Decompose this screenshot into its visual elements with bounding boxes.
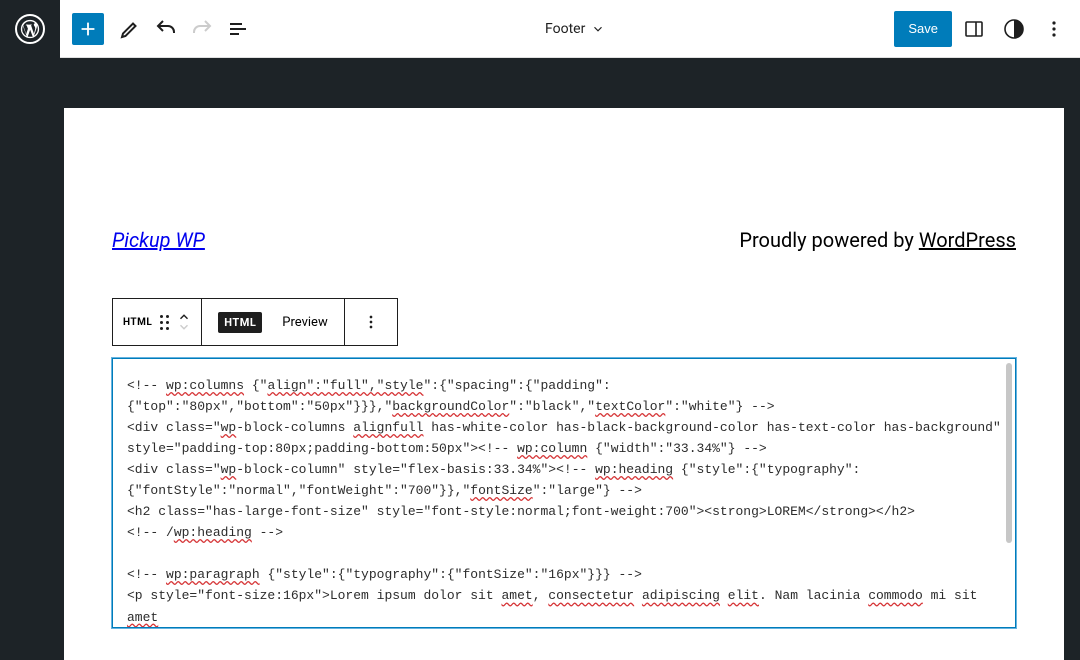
drag-handle-icon[interactable] [160, 315, 169, 330]
code-line: <h2 class="has-large-font-size" style="f… [127, 501, 1001, 522]
template-selector[interactable]: Footer [256, 21, 894, 37]
styles-button[interactable] [996, 11, 1032, 47]
page-content: Pickup WP Proudly powered by WordPress H… [64, 108, 1064, 660]
block-type-label: HTML [123, 317, 152, 328]
toolbar-left-group [68, 11, 256, 47]
save-button[interactable]: Save [894, 11, 952, 47]
editor-top-toolbar: Footer Save [60, 0, 1080, 58]
move-down-icon[interactable] [177, 322, 191, 332]
block-inserter-button[interactable] [72, 13, 104, 45]
html-preview-tabs: HTML Preview [202, 299, 344, 345]
code-line: {"top":"80px","bottom":"50px"}}},"backgr… [127, 396, 1001, 417]
powered-by-text: Proudly powered by WordPress [739, 228, 1016, 252]
site-title-link[interactable]: Pickup WP [112, 228, 205, 252]
code-line: style="padding-top:80px;padding-bottom:5… [127, 438, 1001, 459]
block-options[interactable] [345, 299, 397, 345]
editor-canvas: Pickup WP Proudly powered by WordPress H… [60, 58, 1080, 610]
template-name: Footer [545, 21, 585, 37]
code-line: {"fontStyle":"normal","fontWeight":"700"… [127, 480, 1001, 501]
tools-button[interactable] [112, 11, 148, 47]
code-line: <!-- wp:columns {"align":"full","style":… [127, 375, 1001, 396]
wordpress-logo-icon[interactable] [15, 14, 45, 44]
options-button[interactable] [1036, 11, 1072, 47]
toolbar-right-group: Save [894, 11, 1072, 47]
admin-sidebar [0, 0, 60, 610]
move-up-icon[interactable] [177, 312, 191, 322]
code-line: <!-- /wp:heading --> [127, 522, 1001, 543]
code-line: <div class="wp-block-column" style="flex… [127, 459, 1001, 480]
scrollbar-thumb[interactable] [1006, 363, 1012, 543]
code-line [127, 543, 1001, 564]
redo-button[interactable] [184, 11, 220, 47]
chevron-down-icon [591, 22, 605, 36]
custom-html-editor[interactable]: <!-- wp:columns {"align":"full","style":… [112, 358, 1016, 628]
more-vertical-icon [361, 312, 381, 332]
wordpress-link[interactable]: WordPress [919, 228, 1016, 252]
block-toolbar: HTML HTML Preview [112, 298, 398, 346]
footer-preview-row: Pickup WP Proudly powered by WordPress [112, 228, 1016, 252]
code-line: <div class="wp-block-columns alignfull h… [127, 417, 1001, 438]
code-line: <p style="font-size:16px">Lorem ipsum do… [127, 585, 1001, 627]
settings-sidebar-toggle[interactable] [956, 11, 992, 47]
block-type-segment: HTML [113, 299, 202, 345]
block-movers [177, 312, 191, 332]
tab-preview[interactable]: Preview [276, 315, 333, 330]
undo-button[interactable] [148, 11, 184, 47]
code-line: <!-- wp:paragraph {"style":{"typography"… [127, 564, 1001, 585]
list-view-button[interactable] [220, 11, 256, 47]
tab-html[interactable]: HTML [212, 312, 268, 333]
